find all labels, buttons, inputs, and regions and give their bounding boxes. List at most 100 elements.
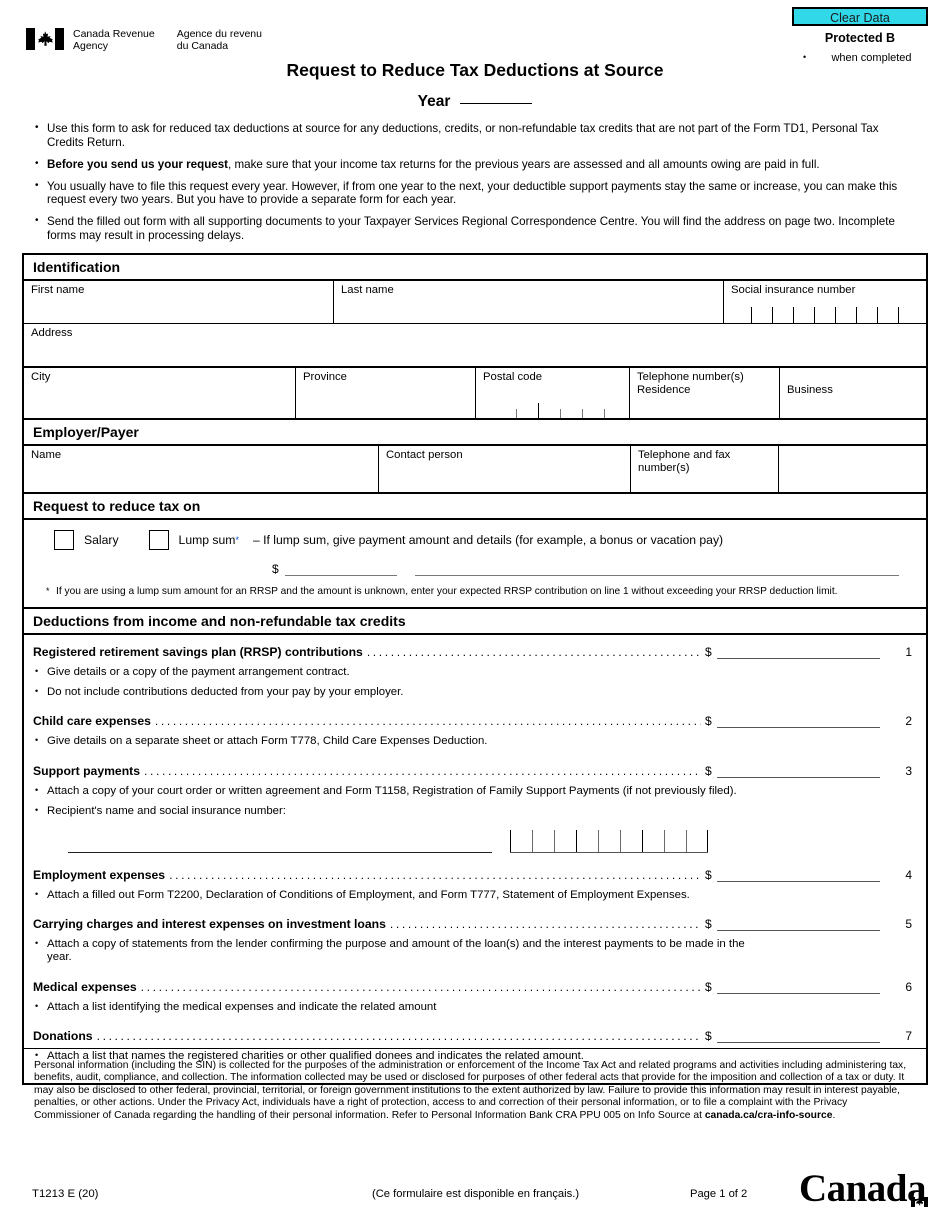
lump-sum-details-input[interactable] [414,563,899,576]
dollar-sign: $ [705,714,712,729]
identification-section-header: Identification [24,255,926,281]
page-number: Page 1 of 2 [690,1188,748,1200]
amount-input[interactable] [717,917,880,931]
amount-input[interactable] [717,1029,880,1044]
amount-input[interactable] [717,868,880,882]
line-number: 5 [905,916,912,931]
intro-bullet: Use this form to ask for reduced tax ded… [34,121,914,149]
employer-band-label: Employer/Payer [33,424,139,440]
reduce-section-body: Salary Lump sum * – If lump sum, give pay… [24,520,926,609]
deduction-note: Attach a copy of statements from the len… [24,937,747,965]
privacy-link: canada.ca/cra-info-source [704,1109,833,1121]
form-code: T1213 E (20) [32,1188,99,1200]
lump-sum-footnote: * If you are using a lump sum amount for… [24,576,926,599]
employer-telephone-field[interactable]: Telephone and fax number(s) [631,446,779,492]
first-name-field[interactable]: First name [24,281,334,323]
french-version-note: (Ce formulaire est disponible en françai… [372,1188,580,1200]
deduction-note: Attach a copy of your court order or wri… [24,784,926,798]
sin-tick-grid [730,307,919,323]
line-number: 2 [905,714,912,729]
year-input[interactable] [460,90,533,104]
deduction-amount[interactable]: $ [705,764,880,778]
dollar-sign: $ [705,763,712,778]
city-province-row: City Province Postal code Telephone numb… [24,368,926,420]
deduction-note: Attach a filled out Form T2200, Declarat… [24,888,747,902]
deduction-line: Carrying charges and interest expenses o… [24,917,926,931]
intro-instructions: Use this form to ask for reduced tax ded… [34,121,914,251]
deduction-label: Employment expenses [33,867,166,882]
lump-sum-checkbox[interactable] [148,530,169,550]
postal-code-label: Postal code [483,371,543,383]
telephone-fax-label: Telephone and fax number(s) [638,449,731,474]
postal-code-field[interactable]: Postal code [476,368,630,418]
amount-input[interactable] [717,764,880,778]
footnote-star-icon: * [46,586,50,596]
residence-phone-field[interactable]: Telephone number(s) Residence [630,368,780,418]
employer-fax-field[interactable] [779,446,926,492]
amount-input[interactable] [717,980,880,994]
deduction-label: Child care expenses [33,714,151,729]
payment-type-row: Salary Lump sum * – If lump sum, give pay… [24,530,926,550]
residence-label: Residence [637,384,691,396]
first-name-label: First name [31,284,85,296]
canada-wordmark: Canada [799,1166,928,1211]
line-number: 1 [905,644,912,659]
leader-dots: ........................................… [96,1029,701,1044]
deduction-amount[interactable]: $ [705,714,880,729]
leader-dots: ........................................… [366,644,701,659]
business-phone-field[interactable]: Business [780,368,926,418]
privacy-divider [22,1048,928,1049]
cra-logo-text-en: Canada Revenue Agency [73,28,155,52]
reduce-band-label: Request to reduce tax on [33,498,201,514]
year-field-row: Year [0,90,950,111]
deduction-label: Medical expenses [33,979,137,994]
leader-dots: ........................................… [144,763,701,778]
employer-name-label: Name [31,449,62,461]
address-label: Address [31,327,73,339]
page-footer: T1213 E (20) (Ce formulaire est disponib… [0,1167,950,1222]
city-label: City [31,371,51,383]
amount-input[interactable] [717,645,880,659]
deduction-note: Give details on a separate sheet or atta… [24,734,926,748]
deduction-amount[interactable]: $ [705,868,880,882]
canada-flag-icon [26,28,64,50]
province-field[interactable]: Province [296,368,476,418]
clear-data-button[interactable]: Clear Data [792,7,928,26]
city-field[interactable]: City [24,368,296,418]
last-name-field[interactable]: Last name [334,281,724,323]
employer-row: Name Contact person Telephone and fax nu… [24,446,926,494]
deduction-amount[interactable]: $ [705,645,880,659]
deduction-amount[interactable]: $ [705,980,880,994]
deduction-note: Attach a list identifying the medical ex… [24,1000,926,1014]
dollar-sign: $ [705,644,712,659]
deduction-amount[interactable]: $ [705,1029,880,1044]
salary-checkbox[interactable] [54,530,74,550]
employer-name-field[interactable]: Name [24,446,379,492]
telephone-numbers-label: Telephone number(s) [637,371,744,383]
name-row: First name Last name Social insurance nu… [24,281,926,324]
protected-b-label: Protected B [824,31,896,45]
dollar-sign: $ [705,1029,712,1044]
deductions-section-header: Deductions from income and non-refundabl… [24,609,926,635]
recipient-name-input[interactable] [68,838,492,853]
intro-bullet: Send the filled out form with all suppor… [34,214,914,242]
amount-input[interactable] [717,714,880,729]
canada-wordmark-flag-icon [911,1172,928,1207]
privacy-period: . [832,1109,836,1121]
last-name-label: Last name [341,284,394,296]
contact-person-field[interactable]: Contact person [379,446,631,492]
address-field[interactable]: Address [24,324,926,366]
lump-sum-amount-input[interactable] [284,563,397,576]
postal-code-tick-grid [494,403,616,418]
lump-sum-amount-row: $ [24,562,926,576]
page-header: Clear Data Protected B when completed Ca… [0,0,950,118]
deductions-section-body: Registered retirement savings plan (RRSP… [24,635,926,1083]
leader-dots: ........................................… [389,916,701,931]
line-number: 6 [905,979,912,994]
deduction-amount[interactable]: $ [705,917,880,931]
intro-bold-text: Before you send us your request [47,157,229,171]
lump-sum-footnote-marker: * [235,535,239,545]
sin-field[interactable]: Social insurance number [724,281,926,323]
province-label: Province [303,371,347,383]
recipient-sin-grid[interactable] [510,829,708,853]
